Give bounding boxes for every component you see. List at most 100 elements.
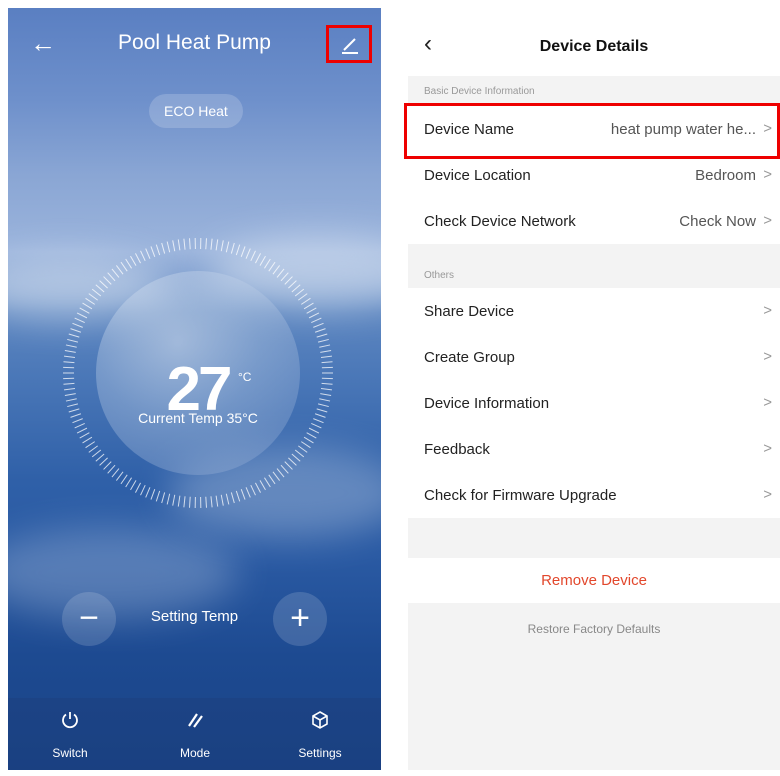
dial-tick bbox=[284, 276, 293, 285]
dial-tick bbox=[88, 293, 98, 301]
row-firmware-upgrade[interactable]: Check for Firmware Upgrade > bbox=[408, 472, 780, 518]
dial-tick bbox=[115, 471, 124, 481]
dial-tick bbox=[294, 449, 305, 458]
dial-tick bbox=[120, 474, 128, 485]
dial-tick bbox=[68, 333, 80, 338]
dial-tick bbox=[317, 338, 329, 343]
mode-badge: ECO Heat bbox=[149, 94, 243, 128]
row-label: Check for Firmware Upgrade bbox=[424, 487, 617, 504]
power-icon bbox=[62, 712, 78, 729]
dial-tick bbox=[288, 280, 297, 289]
tab-mode[interactable]: Mode bbox=[155, 698, 235, 770]
dial-tick bbox=[166, 493, 171, 505]
dial-tick bbox=[291, 453, 301, 462]
row-feedback[interactable]: Feedback > bbox=[408, 426, 780, 472]
row-share-device[interactable]: Share Device > bbox=[408, 288, 780, 334]
dial-tick bbox=[103, 461, 112, 470]
dial-tick bbox=[240, 489, 246, 500]
dial-tick bbox=[250, 250, 256, 262]
dial-tick bbox=[65, 344, 77, 348]
dial-tick bbox=[64, 349, 76, 353]
dial-tick bbox=[140, 250, 146, 262]
dial-tick bbox=[245, 487, 251, 498]
dial-tick bbox=[311, 317, 322, 324]
dial-tick bbox=[316, 333, 328, 338]
dial-tick bbox=[205, 238, 207, 250]
row-device-information[interactable]: Device Information > bbox=[408, 380, 780, 426]
tab-switch[interactable]: Switch bbox=[30, 698, 110, 770]
row-label: Feedback bbox=[424, 441, 490, 458]
chevron-right-icon: > bbox=[763, 302, 772, 319]
dial-tick bbox=[272, 471, 281, 481]
dial-tick bbox=[255, 253, 261, 264]
dial-tick bbox=[130, 480, 137, 491]
dial-tick bbox=[308, 427, 320, 434]
restore-factory-defaults-link[interactable]: Restore Factory Defaults bbox=[408, 622, 780, 636]
dial-tick bbox=[298, 445, 308, 453]
dial-tick bbox=[76, 427, 88, 434]
dial-tick bbox=[91, 449, 102, 458]
dial-tick bbox=[210, 238, 213, 250]
dial-tick bbox=[235, 244, 241, 256]
dial-tick bbox=[276, 268, 285, 278]
dial-tick bbox=[303, 302, 314, 310]
dial-tick bbox=[230, 492, 235, 504]
page-title: Device Details bbox=[539, 38, 649, 55]
row-check-network[interactable]: Check Device Network Check Now > bbox=[408, 198, 780, 244]
dial-tick bbox=[259, 480, 266, 491]
tab-mode-label: Mode bbox=[179, 746, 211, 760]
dial-tick bbox=[284, 461, 293, 470]
row-label: Check Device Network bbox=[424, 213, 576, 230]
row-label: Device Information bbox=[424, 395, 550, 412]
dial-tick bbox=[314, 328, 326, 333]
chevron-right-icon: > bbox=[763, 212, 772, 229]
dial-tick bbox=[264, 258, 271, 269]
dial-tick bbox=[161, 242, 166, 254]
dial-tick bbox=[125, 258, 132, 269]
bottom-tab-bar: Switch Mode Settings bbox=[8, 698, 381, 770]
dial-tick bbox=[103, 276, 112, 285]
remove-device-button[interactable]: Remove Device bbox=[408, 558, 780, 603]
dial-tick bbox=[115, 265, 124, 275]
dial-tick bbox=[166, 241, 171, 253]
dial-tick bbox=[172, 494, 176, 506]
tab-settings[interactable]: Settings bbox=[280, 698, 360, 770]
dial-tick bbox=[259, 255, 266, 266]
dial-tick bbox=[215, 495, 219, 507]
dial-tick bbox=[215, 239, 219, 251]
dial-tick bbox=[67, 338, 79, 343]
row-value: Bedroom bbox=[695, 167, 756, 184]
dial-tick bbox=[303, 436, 314, 444]
chevron-right-icon: > bbox=[763, 166, 772, 183]
dial-tick bbox=[189, 496, 191, 508]
dial-tick bbox=[291, 284, 301, 293]
row-value: Check Now bbox=[679, 213, 756, 230]
dial-tick bbox=[172, 240, 176, 252]
dial-tick bbox=[272, 265, 281, 275]
dial-tick bbox=[177, 495, 181, 507]
increase-temp-button[interactable]: + bbox=[273, 592, 327, 646]
tab-switch-label: Switch bbox=[52, 746, 88, 760]
dial-tick bbox=[79, 432, 90, 439]
settings-icon bbox=[312, 711, 328, 729]
dial-tick bbox=[72, 322, 83, 328]
dial-tick bbox=[74, 317, 85, 324]
row-label: Share Device bbox=[424, 303, 515, 320]
edit-button[interactable] bbox=[326, 25, 372, 63]
chevron-right-icon: > bbox=[763, 486, 772, 503]
header: ← Pool Heat Pump bbox=[8, 8, 381, 78]
dial-tick bbox=[210, 496, 213, 508]
mode-icon bbox=[188, 713, 203, 728]
dial-tick bbox=[130, 255, 137, 266]
dial-tick bbox=[183, 238, 186, 250]
dial-tick bbox=[225, 493, 230, 505]
dial-tick bbox=[150, 489, 156, 500]
dial-tick bbox=[99, 457, 108, 466]
row-create-group[interactable]: Create Group > bbox=[408, 334, 780, 380]
temperature-dial[interactable]: 27 °C Current Temp 35°C bbox=[61, 236, 335, 510]
dial-tick bbox=[88, 445, 98, 453]
dial-tick bbox=[161, 492, 166, 504]
section-title-basic: Basic Device Information bbox=[424, 86, 535, 97]
dial-tick bbox=[177, 239, 181, 251]
dial-tick bbox=[264, 477, 271, 488]
